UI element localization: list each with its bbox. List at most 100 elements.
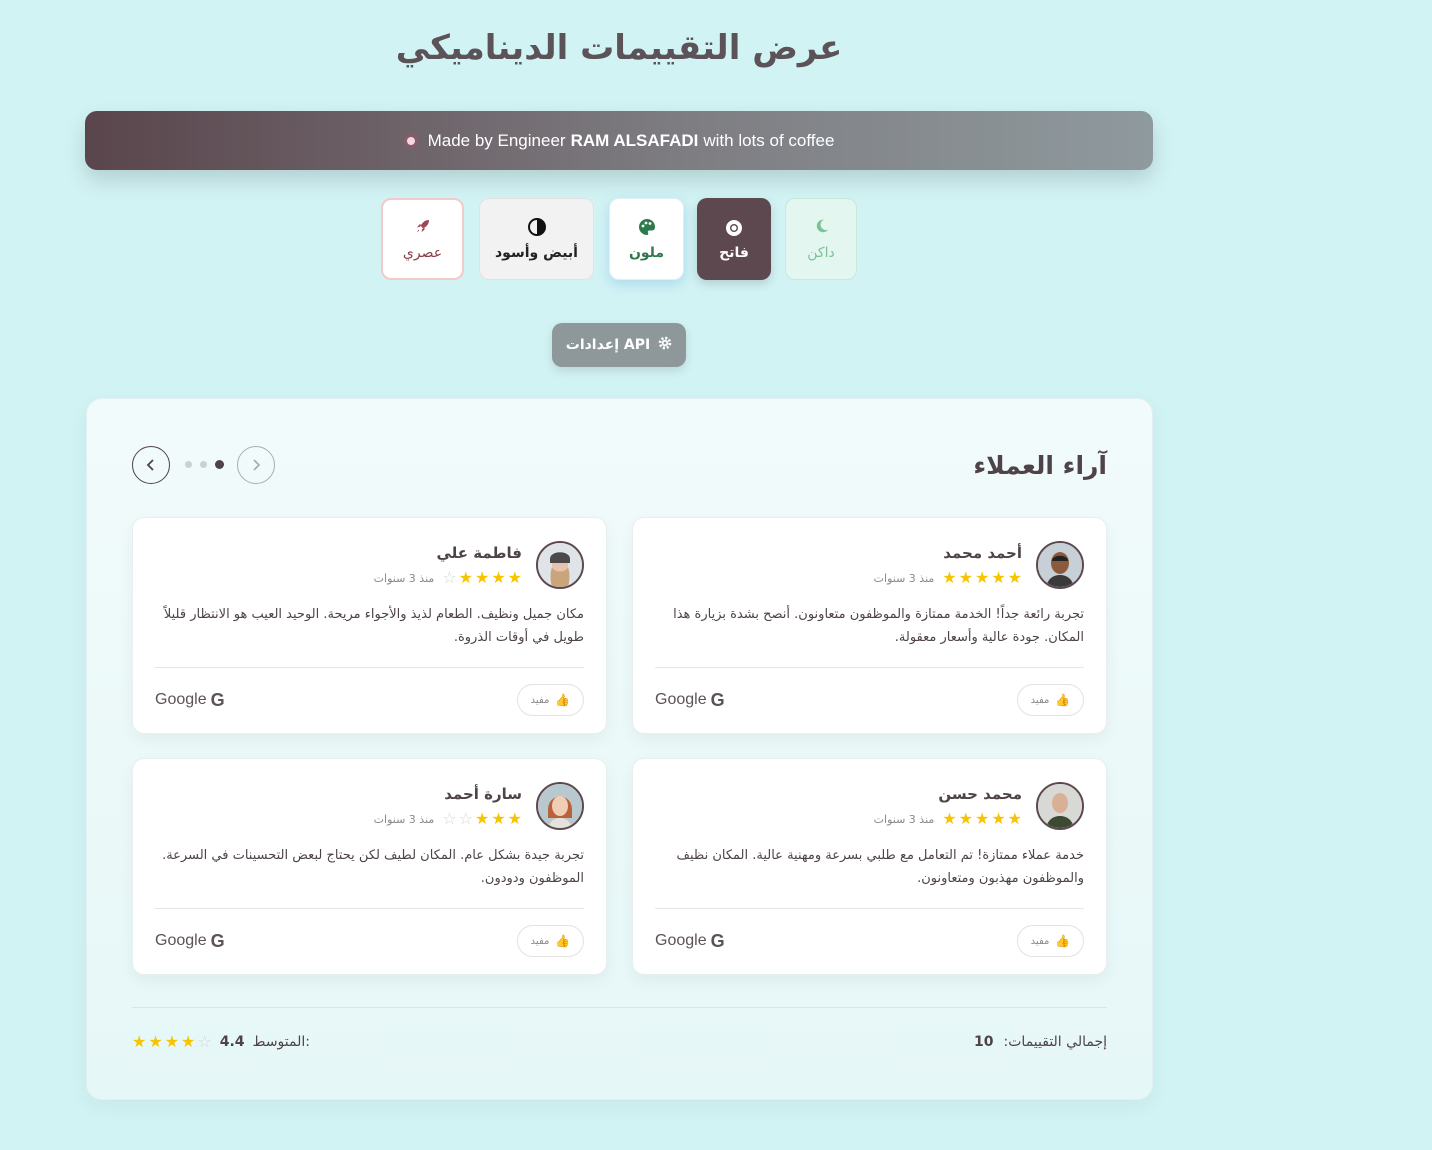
- helpful-button[interactable]: مفيد 👍: [1017, 925, 1084, 957]
- theme-light-button[interactable]: فاتح: [697, 198, 771, 280]
- credit-banner: Made by Engineer RAM ALSAFADI with lots …: [85, 111, 1153, 170]
- theme-colorful-button[interactable]: ملون: [609, 198, 684, 280]
- review-text: تجربة جيدة بشكل عام. المكان لطيف لكن يحت…: [162, 848, 584, 886]
- helpful-button[interactable]: مفيد 👍: [517, 684, 584, 716]
- review-text: مكان جميل ونظيف. الطعام لذيذ والأجواء مر…: [163, 607, 584, 645]
- review-source: Google G: [155, 931, 225, 952]
- star-rating: ★ ★ ★ ★ ★: [942, 570, 1022, 586]
- reviewer-name: فاطمة علي: [436, 544, 522, 562]
- avatar: [1036, 782, 1084, 830]
- helpful-label: مفيد: [530, 694, 550, 706]
- theme-colorful-label: ملون: [628, 245, 665, 261]
- star-filled-icon: ★: [458, 568, 473, 587]
- theme-modern-button[interactable]: عصري: [381, 198, 464, 280]
- reviewer-name: سارة أحمد: [444, 785, 522, 803]
- api-settings-label: إعدادات API: [565, 337, 651, 353]
- carousel-dot[interactable]: [200, 461, 207, 468]
- star-filled-icon: ★: [974, 809, 990, 828]
- gear-icon: [658, 336, 672, 354]
- star-filled-icon: ★: [974, 568, 990, 587]
- star-filled-icon: ★: [181, 1032, 196, 1051]
- star-empty-icon: ☆: [442, 809, 457, 828]
- star-filled-icon: ★: [491, 809, 506, 828]
- helpful-button[interactable]: مفيد 👍: [517, 925, 584, 957]
- total-reviews: إجمالي التقييمات: 10: [974, 1034, 1107, 1050]
- carousel-dot[interactable]: [185, 461, 192, 468]
- star-filled-icon: ★: [942, 568, 957, 587]
- avatar: [536, 541, 584, 589]
- coffee-icon: [403, 133, 418, 148]
- review-source: Google G: [155, 690, 225, 711]
- review-card: فاطمة علي ★ ★ ★ ★ ☆ منذ 3 سنوات مكان جميل ون…: [132, 517, 607, 734]
- star-empty-icon: ☆: [197, 1032, 212, 1051]
- reviewer-name: أحمد محمد: [943, 544, 1022, 562]
- api-settings-button[interactable]: إعدادات API: [552, 323, 686, 367]
- thumbs-up-icon: 👍: [1055, 934, 1071, 948]
- helpful-label: مفيد: [530, 935, 550, 947]
- thumbs-up-icon: 👍: [555, 693, 571, 707]
- credit-suffix: with lots of coffee: [703, 130, 835, 150]
- star-rating: ★ ★ ★ ★ ☆: [442, 570, 522, 586]
- star-filled-icon: ★: [507, 568, 522, 587]
- carousel-prev-button[interactable]: [132, 446, 170, 484]
- review-source: Google G: [655, 931, 725, 952]
- theme-dark-button[interactable]: داكن: [785, 198, 857, 280]
- review-time: منذ 3 سنوات: [873, 812, 935, 826]
- star-filled-icon: ★: [474, 809, 490, 828]
- star-filled-icon: ★: [148, 1032, 163, 1051]
- star-filled-icon: ★: [942, 809, 957, 828]
- reviews-panel: آراء العملاء أحمد محمد ★ ★ ★ ★ ★ منذ 3 سنوات: [86, 398, 1153, 1100]
- helpful-label: مفيد: [1030, 935, 1050, 947]
- star-filled-icon: ★: [991, 568, 1006, 587]
- avatar: [1036, 541, 1084, 589]
- moon-icon: [812, 217, 830, 239]
- thumbs-up-icon: 👍: [1055, 693, 1071, 707]
- source-label: Google: [155, 932, 207, 949]
- source-label: Google: [155, 691, 207, 708]
- star-filled-icon: ★: [991, 809, 1006, 828]
- sun-icon: [723, 217, 745, 239]
- star-empty-icon: ☆: [442, 568, 457, 587]
- chevron-left-icon: [145, 453, 157, 477]
- review-source: Google G: [655, 690, 725, 711]
- thumbs-up-icon: 👍: [555, 934, 571, 948]
- carousel-dot-active[interactable]: [215, 460, 224, 469]
- reviewer-name: محمد حسن: [938, 785, 1022, 803]
- credit-prefix: Made by Engineer: [427, 130, 566, 150]
- review-card: محمد حسن ★ ★ ★ ★ ★ منذ 3 سنوات خدمة عملاء مم…: [632, 758, 1107, 975]
- total-label: إجمالي التقييمات:: [1003, 1034, 1107, 1050]
- google-icon: G: [210, 930, 225, 951]
- star-filled-icon: ★: [164, 1032, 180, 1051]
- star-rating: ★ ★ ★ ★ ★: [942, 811, 1022, 827]
- review-text: خدمة عملاء ممتازة! تم التعامل مع طلبي بس…: [676, 848, 1084, 886]
- theme-modern-label: عصري: [402, 245, 443, 261]
- theme-switcher: عصري أبيض وأسود ملون فاتح داكن: [0, 198, 1238, 282]
- review-time: منذ 3 سنوات: [873, 571, 935, 585]
- star-filled-icon: ★: [1007, 568, 1022, 587]
- credit-author: RAM ALSAFADI: [570, 130, 699, 150]
- chevron-right-icon: [250, 453, 262, 477]
- review-time: منذ 3 سنوات: [373, 571, 435, 585]
- theme-bw-button[interactable]: أبيض وأسود: [479, 198, 594, 280]
- card-divider: [155, 667, 584, 668]
- average-rating: ★ ★ ★ ★ ☆ 4.4 المتوسط:: [132, 1034, 310, 1051]
- star-empty-icon: ☆: [458, 809, 473, 828]
- helpful-button[interactable]: مفيد 👍: [1017, 684, 1084, 716]
- star-filled-icon: ★: [491, 568, 506, 587]
- card-divider: [655, 667, 1084, 668]
- carousel-dots: [185, 460, 224, 469]
- section-title: آراء العملاء: [973, 451, 1107, 480]
- average-label: المتوسط:: [252, 1034, 310, 1050]
- average-stars: ★ ★ ★ ★ ☆: [132, 1034, 212, 1050]
- summary-divider: [132, 1007, 1107, 1008]
- carousel-next-button[interactable]: [237, 446, 275, 484]
- source-label: Google: [655, 691, 707, 708]
- card-divider: [655, 908, 1084, 909]
- helpful-label: مفيد: [1030, 694, 1050, 706]
- average-value: 4.4: [219, 1034, 245, 1050]
- page-title: عرض التقييمات الديناميكي: [395, 28, 843, 68]
- google-icon: G: [710, 930, 725, 951]
- review-card: أحمد محمد ★ ★ ★ ★ ★ منذ 3 سنوات تجربة رائعة …: [632, 517, 1107, 734]
- google-icon: G: [710, 689, 725, 710]
- star-rating: ★ ★ ★ ☆ ☆: [442, 811, 522, 827]
